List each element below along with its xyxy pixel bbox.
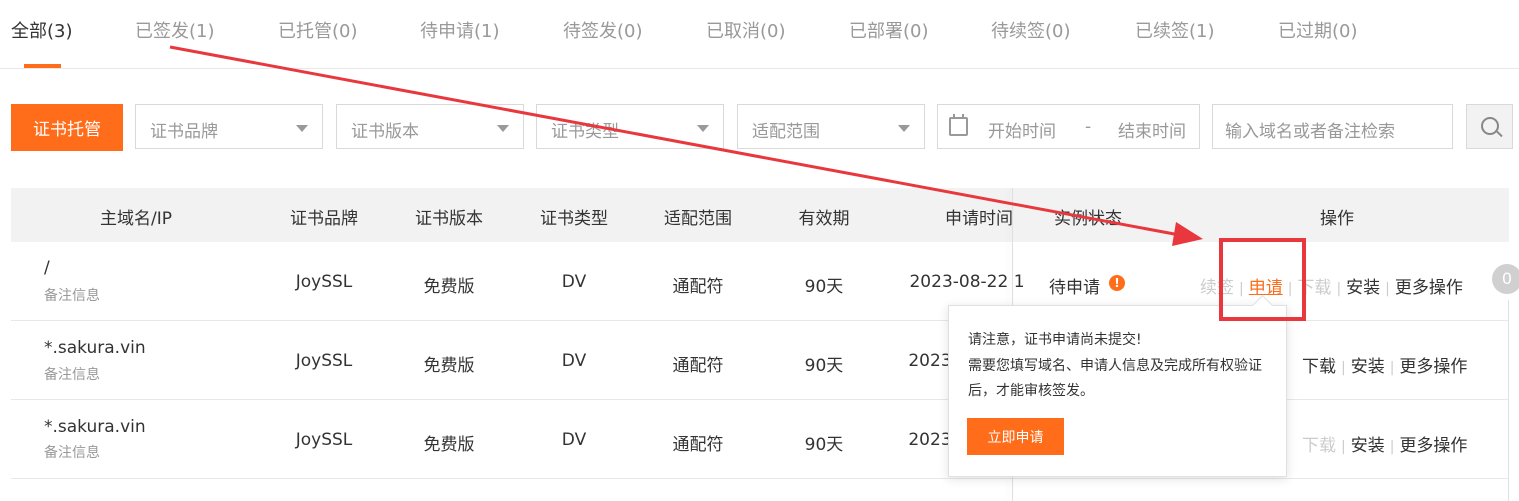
- annotation-arrow: [169, 45, 1203, 246]
- annotation-arrow-head: [1172, 222, 1203, 246]
- annotation-arrow-line: [169, 45, 1186, 238]
